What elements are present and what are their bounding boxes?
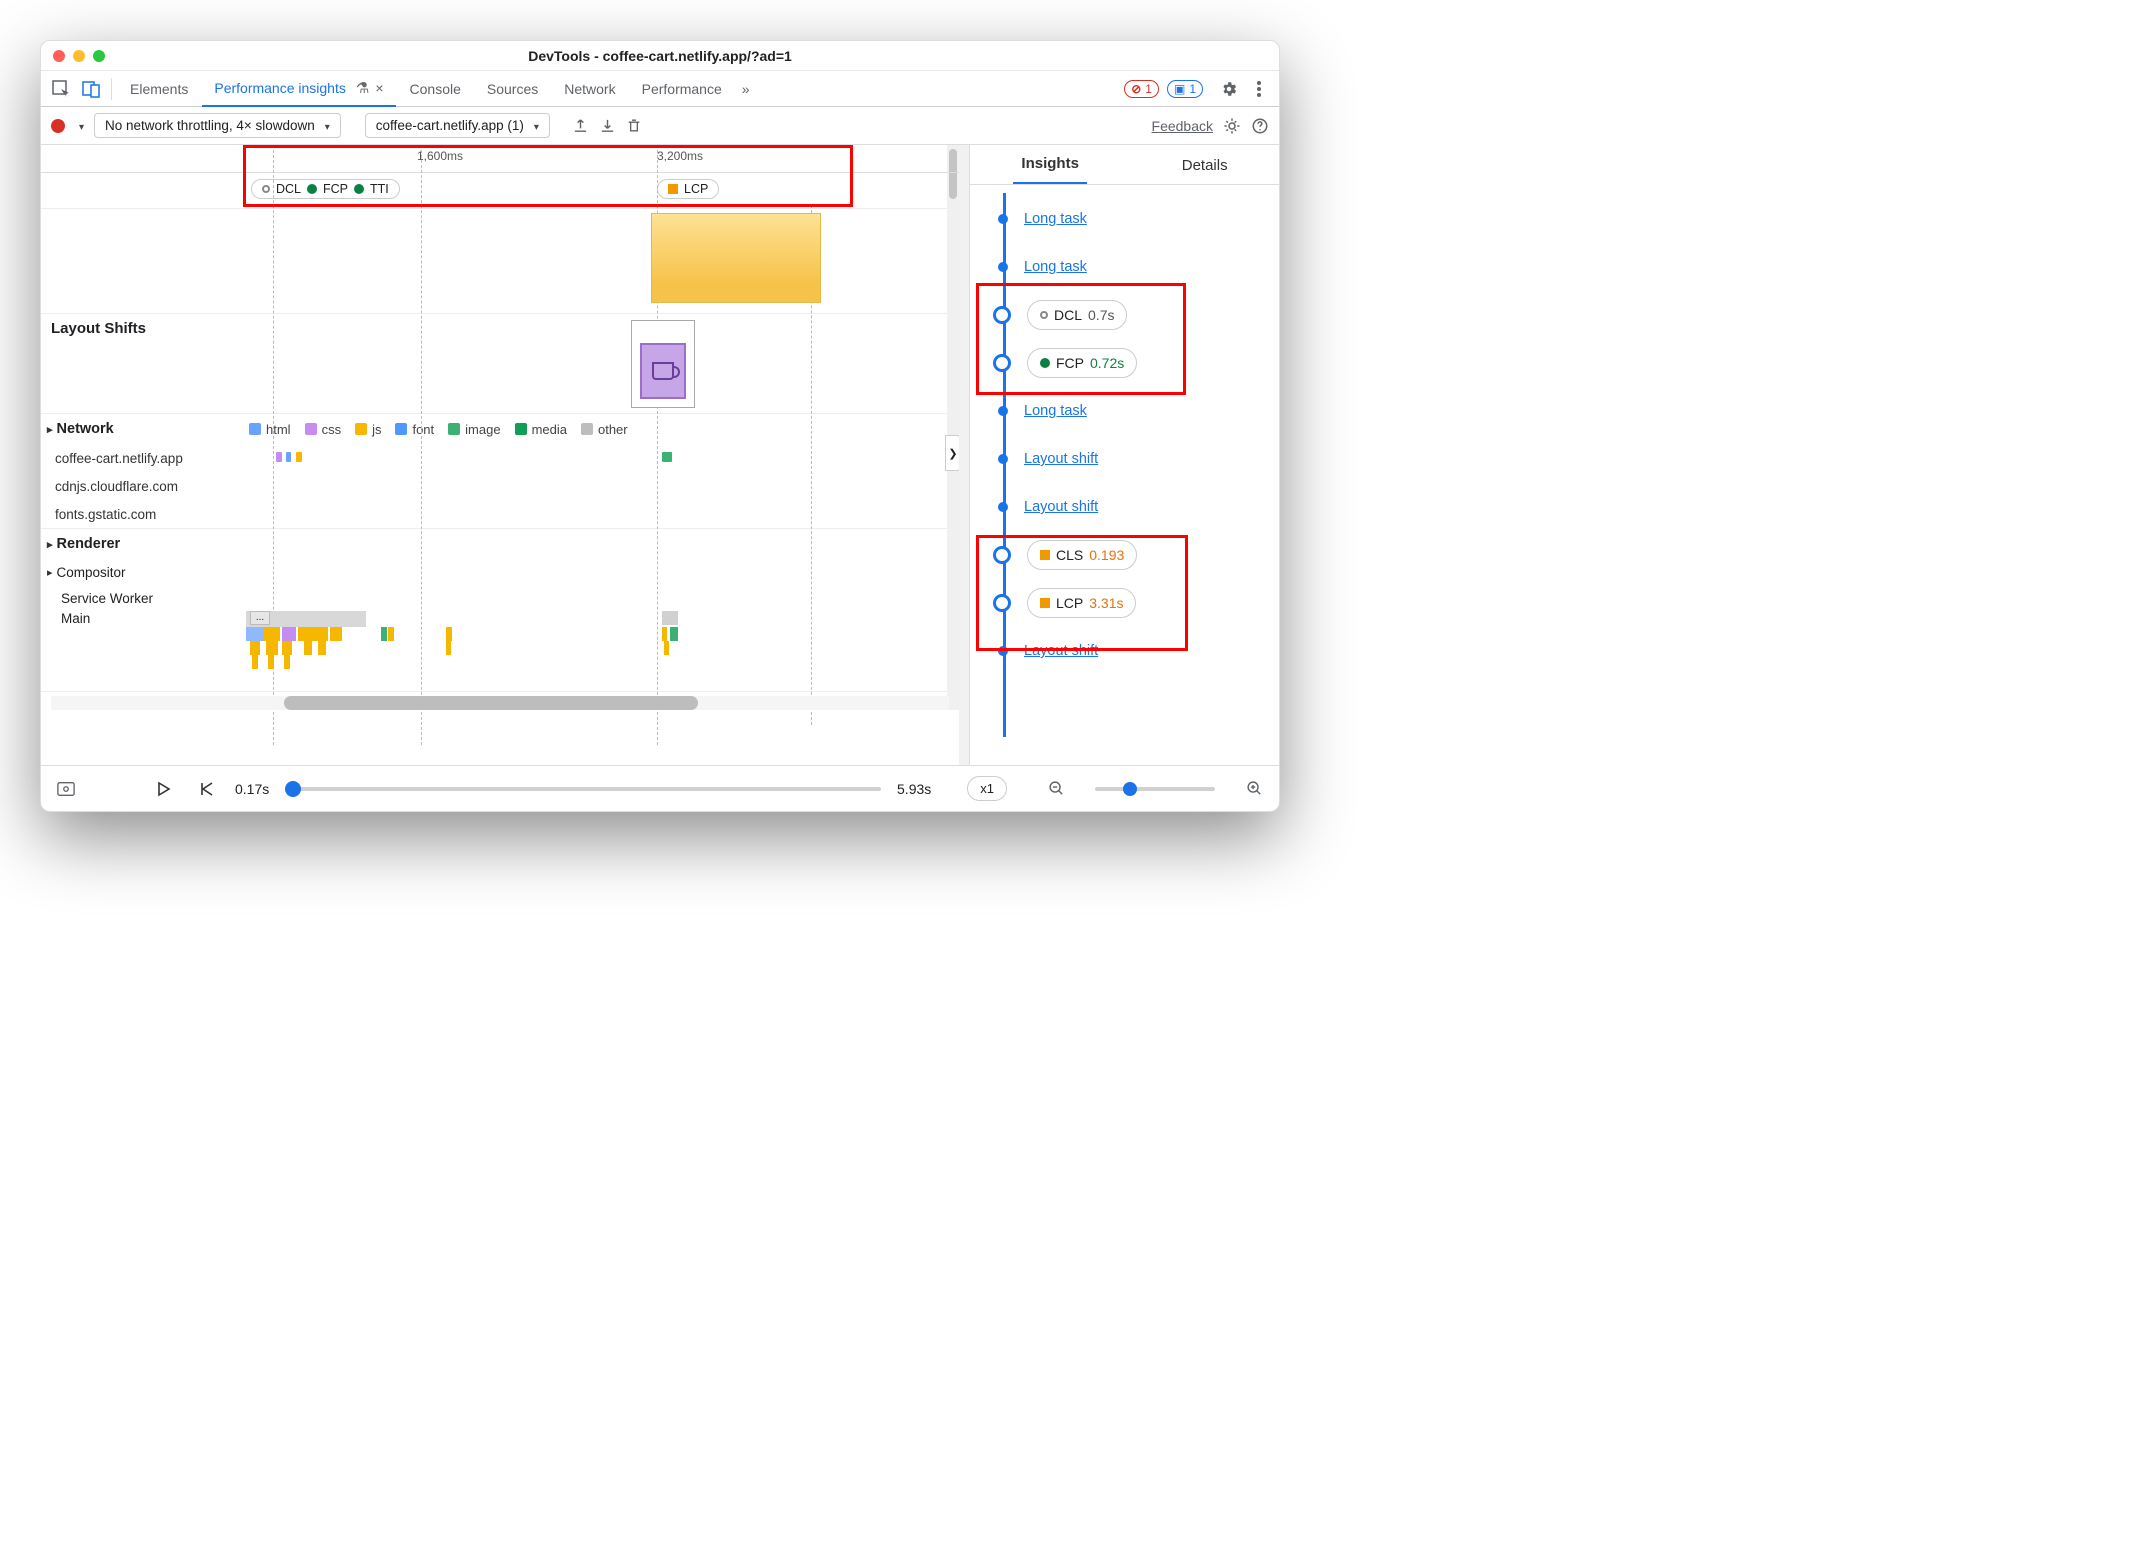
playback-footer: 0.17s 5.93s x1 (41, 765, 1279, 811)
fcp-dot-icon (1040, 358, 1050, 368)
metric-markers-row: DCL FCP TTI LCP (41, 173, 959, 209)
horizontal-scrollbar[interactable] (51, 696, 949, 710)
insight-long-task[interactable]: Long task (1024, 403, 1087, 419)
network-section: Network html css js font image media oth… (41, 414, 959, 529)
window-title: DevTools - coffee-cart.netlify.app/?ad=1 (41, 48, 1279, 64)
filmstrip-frame[interactable] (651, 213, 821, 303)
layout-shift-thumbnail[interactable] (631, 320, 695, 408)
network-legend: html css js font image media other (241, 414, 628, 444)
dcl-dot-icon (1040, 311, 1048, 319)
sidebar-tabs: Insights Details (970, 145, 1279, 185)
tab-performance-insights[interactable]: Performance insights × (202, 71, 395, 107)
feedback-link[interactable]: Feedback (1152, 118, 1213, 134)
insights-sidebar: Insights Details Long task Long task DCL… (969, 145, 1279, 765)
main-body: ❯ 1,600ms 3,200ms DCL (41, 145, 1279, 765)
insight-long-task[interactable]: Long task (1024, 259, 1087, 275)
layout-shifts-row: Layout Shifts (41, 314, 959, 414)
settings-icon[interactable] (1215, 75, 1243, 103)
flame-ellipsis: ... (250, 611, 270, 625)
devtools-window: DevTools - coffee-cart.netlify.app/?ad=1… (40, 40, 1280, 812)
zoom-out-icon[interactable] (1043, 780, 1069, 797)
lcp-square-icon (668, 184, 678, 194)
network-section-header[interactable]: Network (41, 414, 241, 444)
tab-elements[interactable]: Elements (118, 71, 200, 107)
tab-performance[interactable]: Performance (630, 71, 734, 107)
inspect-element-icon[interactable] (47, 75, 75, 103)
insight-dcl-pill[interactable]: DCL 0.7s (1027, 300, 1127, 330)
time-ruler: 1,600ms 3,200ms (41, 145, 959, 173)
flask-icon (352, 79, 369, 97)
ruler-tick-2: 3,200ms (657, 149, 703, 163)
renderer-section: Renderer Compositor Service Worker Main … (41, 529, 959, 692)
cls-square-icon (1040, 550, 1050, 560)
play-button[interactable] (151, 781, 177, 797)
insights-toolbar: No network throttling, 4× slowdown coffe… (41, 107, 1279, 145)
playback-end-time: 5.93s (897, 781, 931, 797)
dcl-dot-icon (262, 185, 270, 193)
trash-icon[interactable] (626, 117, 642, 134)
download-icon[interactable] (599, 117, 616, 134)
insight-long-task[interactable]: Long task (1024, 211, 1087, 227)
network-host-row[interactable]: fonts.gstatic.com (41, 500, 959, 528)
layout-shifts-label: Layout Shifts (41, 314, 241, 413)
insight-fcp-pill[interactable]: FCP 0.72s (1027, 348, 1137, 378)
service-worker-row[interactable]: Service Worker (41, 585, 959, 611)
devtools-tabbar: Elements Performance insights × Console … (41, 71, 1279, 107)
preview-icon[interactable] (53, 781, 79, 797)
insights-timeline[interactable]: Long task Long task DCL 0.7s FCP 0.72s (970, 185, 1279, 745)
zoom-in-icon[interactable] (1241, 780, 1267, 797)
panel-settings-icon[interactable] (1223, 117, 1241, 135)
insight-layout-shift[interactable]: Layout shift (1024, 499, 1098, 515)
insight-layout-shift[interactable]: Layout shift (1024, 643, 1098, 659)
zoom-slider[interactable] (1095, 787, 1215, 791)
record-button[interactable] (51, 119, 65, 133)
lcp-pill[interactable]: LCP (657, 179, 719, 199)
insight-lcp-pill[interactable]: LCP 3.31s (1027, 588, 1136, 618)
tab-console[interactable]: Console (398, 71, 473, 107)
upload-icon[interactable] (572, 117, 589, 134)
insight-layout-shift[interactable]: Layout shift (1024, 451, 1098, 467)
record-options-dropdown[interactable] (75, 118, 84, 133)
tab-sources[interactable]: Sources (475, 71, 550, 107)
tti-dot-icon (354, 184, 364, 194)
playback-slider[interactable] (285, 787, 881, 791)
issues-badge[interactable]: 1 (1167, 80, 1203, 98)
lcp-square-icon (1040, 598, 1050, 608)
playback-speed[interactable]: x1 (967, 776, 1007, 801)
details-tab[interactable]: Details (1174, 147, 1236, 184)
recording-select[interactable]: coffee-cart.netlify.app (1) (365, 113, 550, 138)
window-titlebar: DevTools - coffee-cart.netlify.app/?ad=1 (41, 41, 1279, 71)
insight-cls-pill[interactable]: CLS 0.193 (1027, 540, 1137, 570)
more-tabs-button[interactable]: » (736, 71, 756, 107)
timeline-panel[interactable]: ❯ 1,600ms 3,200ms DCL (41, 145, 969, 765)
insights-tab[interactable]: Insights (1013, 145, 1087, 184)
error-badge[interactable]: 1 (1124, 80, 1159, 98)
fcp-dot-icon (307, 184, 317, 194)
help-icon[interactable] (1251, 117, 1269, 135)
device-toolbar-icon[interactable] (77, 75, 105, 103)
filmstrip-row (41, 209, 959, 314)
ruler-tick-1: 1,600ms (417, 149, 463, 163)
renderer-section-header[interactable]: Renderer (41, 529, 959, 559)
playback-start-time: 0.17s (235, 781, 269, 797)
compositor-row[interactable]: Compositor (41, 559, 959, 585)
tab-network[interactable]: Network (552, 71, 627, 107)
network-host-row[interactable]: cdnjs.cloudflare.com (41, 472, 959, 500)
main-thread-row[interactable]: Main ... (41, 611, 959, 691)
network-host-row[interactable]: coffee-cart.netlify.app (41, 444, 959, 472)
rewind-button[interactable] (193, 781, 219, 797)
cup-icon (652, 362, 674, 380)
throttling-select[interactable]: No network throttling, 4× slowdown (94, 113, 341, 138)
kebab-menu-icon[interactable] (1245, 75, 1273, 103)
close-tab-icon[interactable]: × (375, 80, 383, 96)
